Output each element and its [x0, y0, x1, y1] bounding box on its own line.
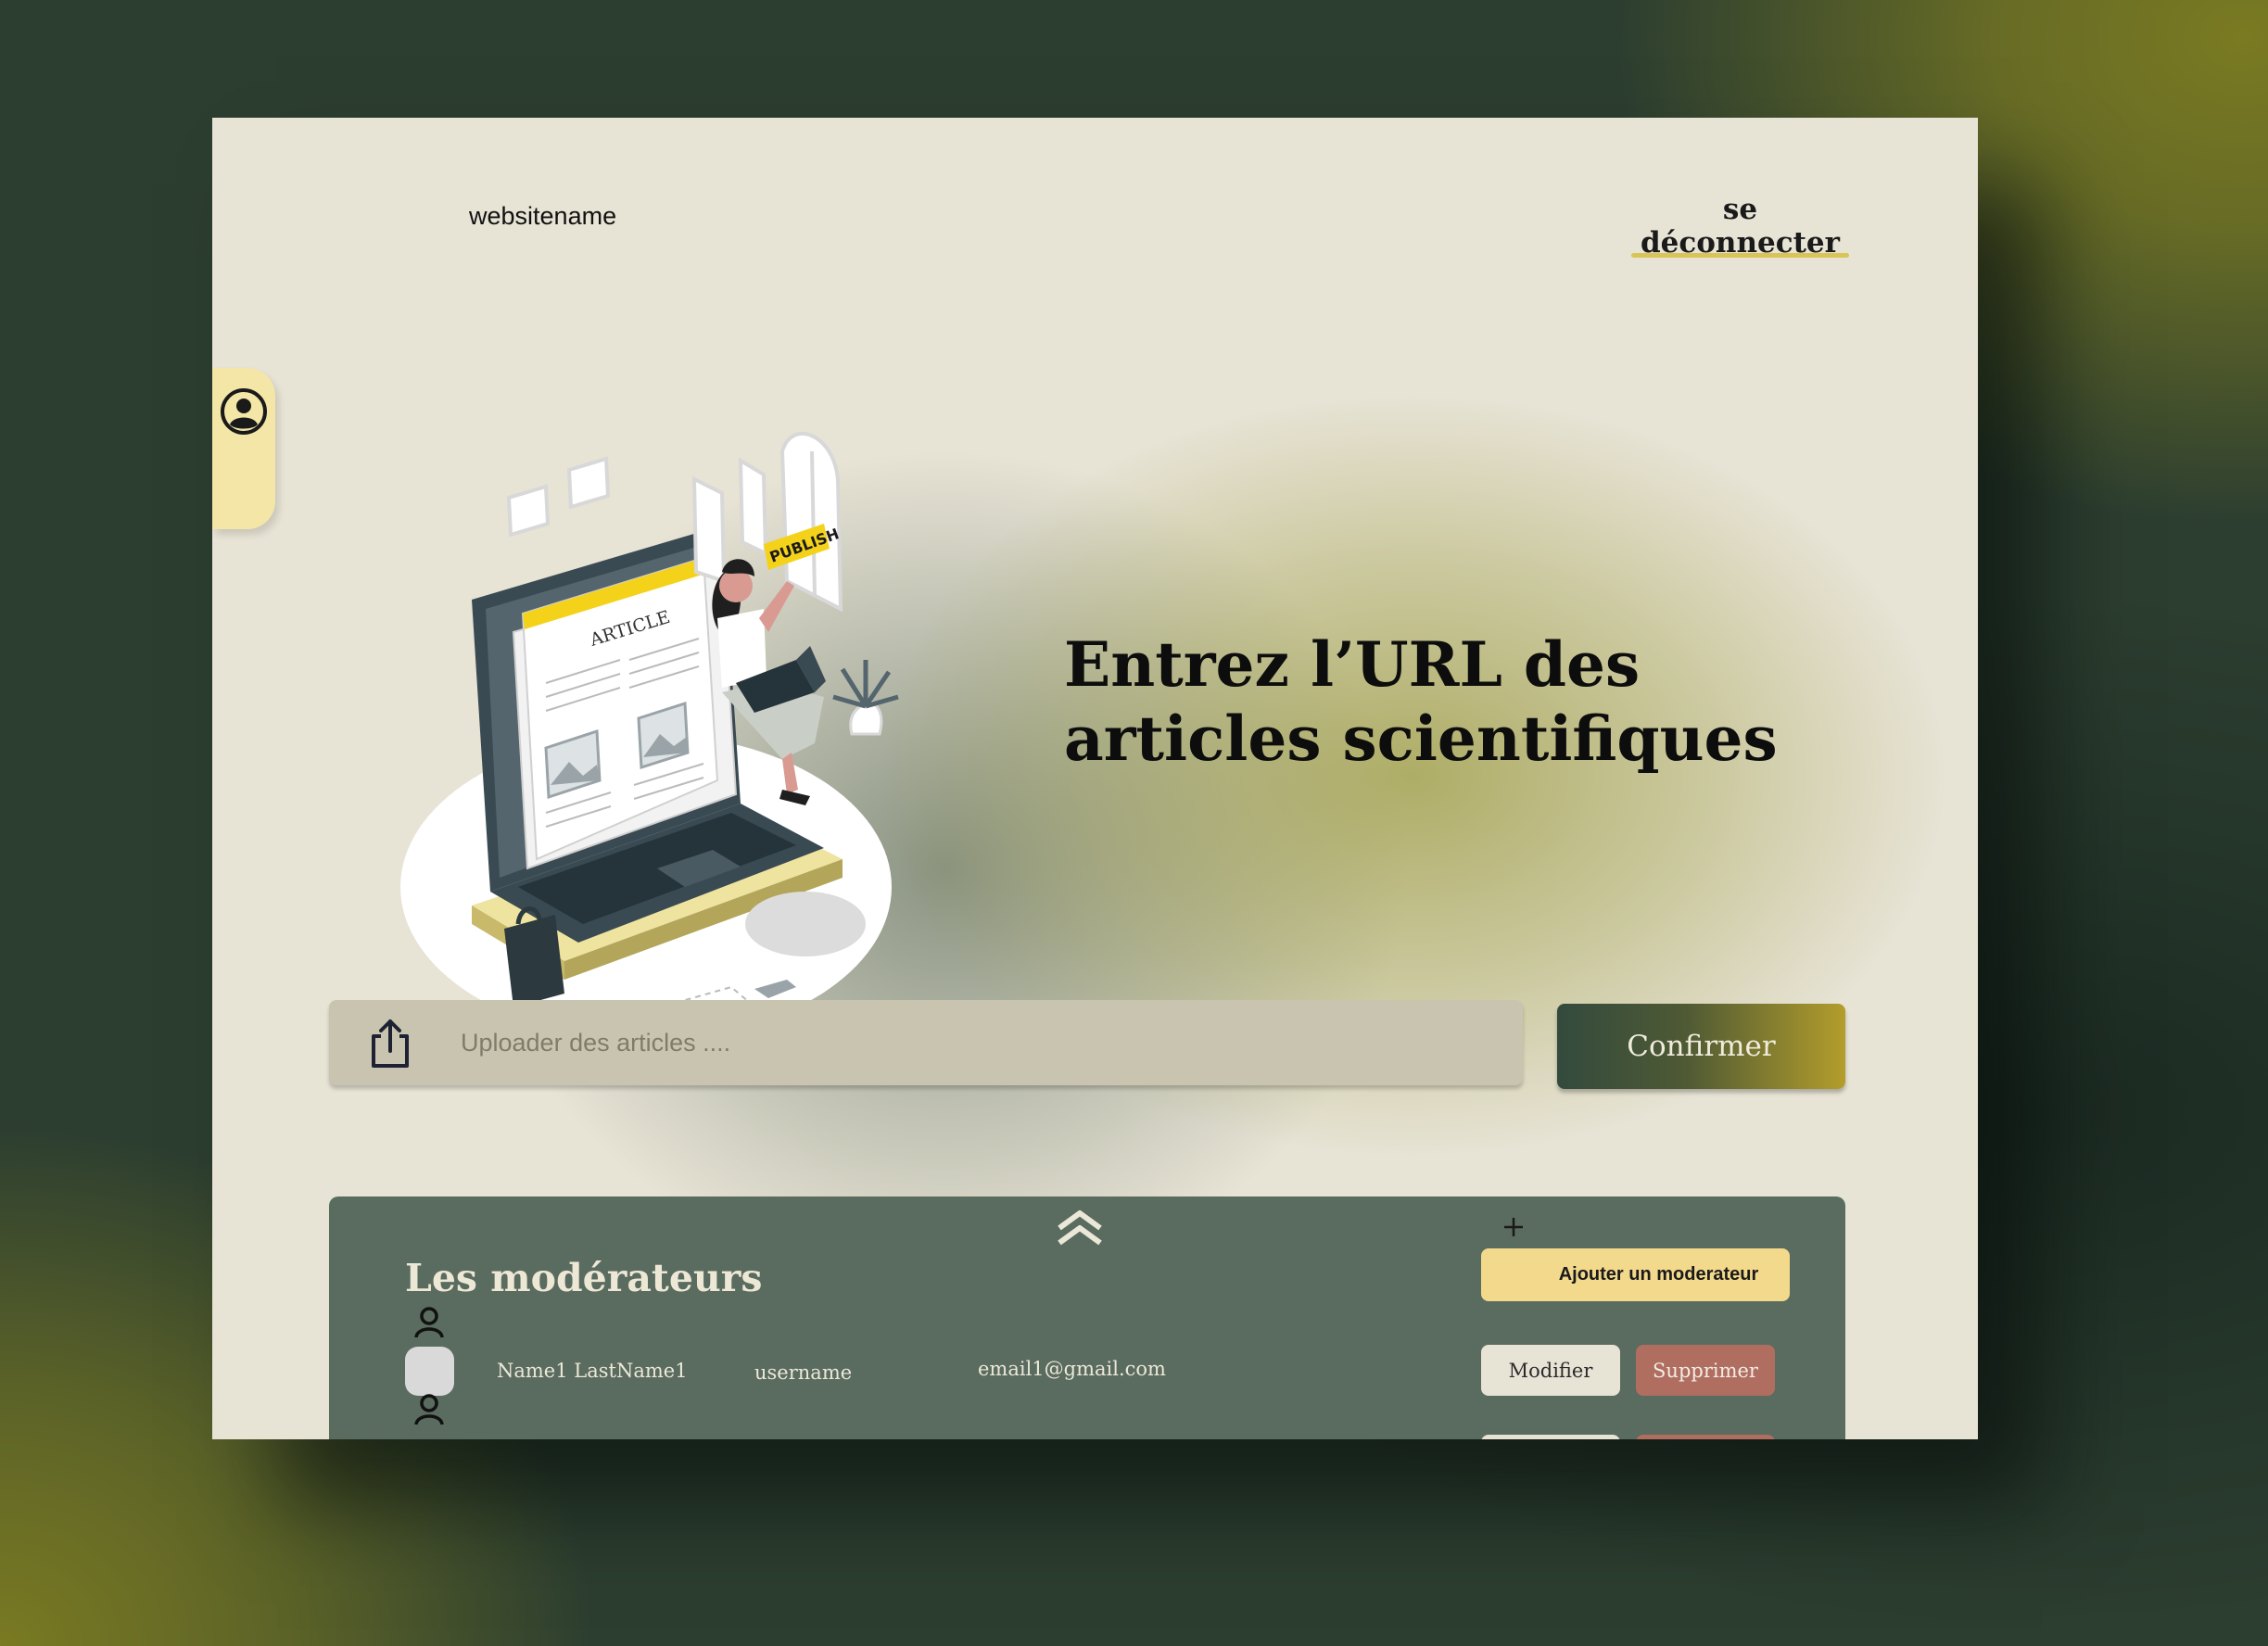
app-window: websitename se déconnecter ARTICLE PUBLI… [212, 118, 1978, 1439]
moderators-panel: Les modérateurs Ajouter un moderateur Na… [329, 1197, 1845, 1439]
edit-moderator-button[interactable]: Modifier [1481, 1345, 1620, 1396]
upload-articles-input[interactable] [461, 1020, 1480, 1065]
moderator-email: email1@gmail.com [978, 1358, 1166, 1380]
user-circle-icon [221, 388, 267, 435]
person-icon [414, 1394, 444, 1425]
delete-moderator-button[interactable]: Supprimer [1636, 1345, 1775, 1396]
upload-field[interactable] [329, 1000, 1523, 1085]
edit-moderator-button-next[interactable] [1481, 1435, 1620, 1439]
confirm-button[interactable]: Confirmer [1557, 1004, 1845, 1089]
moderator-name: Name1 LastName1 [497, 1360, 688, 1382]
headline-line-1: Entrez l’URL des [1064, 628, 1641, 701]
delete-moderator-button-next[interactable] [1636, 1435, 1775, 1439]
headline-line-2: articles scientifiques [1064, 703, 1778, 775]
logout-underline [1631, 253, 1849, 258]
upload-share-icon[interactable] [362, 1016, 418, 1071]
moderator-row: Name1 LastName1 username email1@gmail.co… [329, 1197, 1845, 1439]
article-publishing-illustration: ARTICLE PUBLISH [400, 432, 899, 1040]
person-icon [414, 1307, 444, 1338]
user-profile-tab[interactable] [212, 368, 275, 529]
moderator-username: username [754, 1361, 853, 1384]
brand-name[interactable]: websitename [469, 202, 616, 231]
page-headline: Entrez l’URL des articles scientifiques [1064, 627, 1898, 776]
logout-link[interactable]: se déconnecter [1631, 193, 1849, 378]
avatar [405, 1347, 454, 1396]
